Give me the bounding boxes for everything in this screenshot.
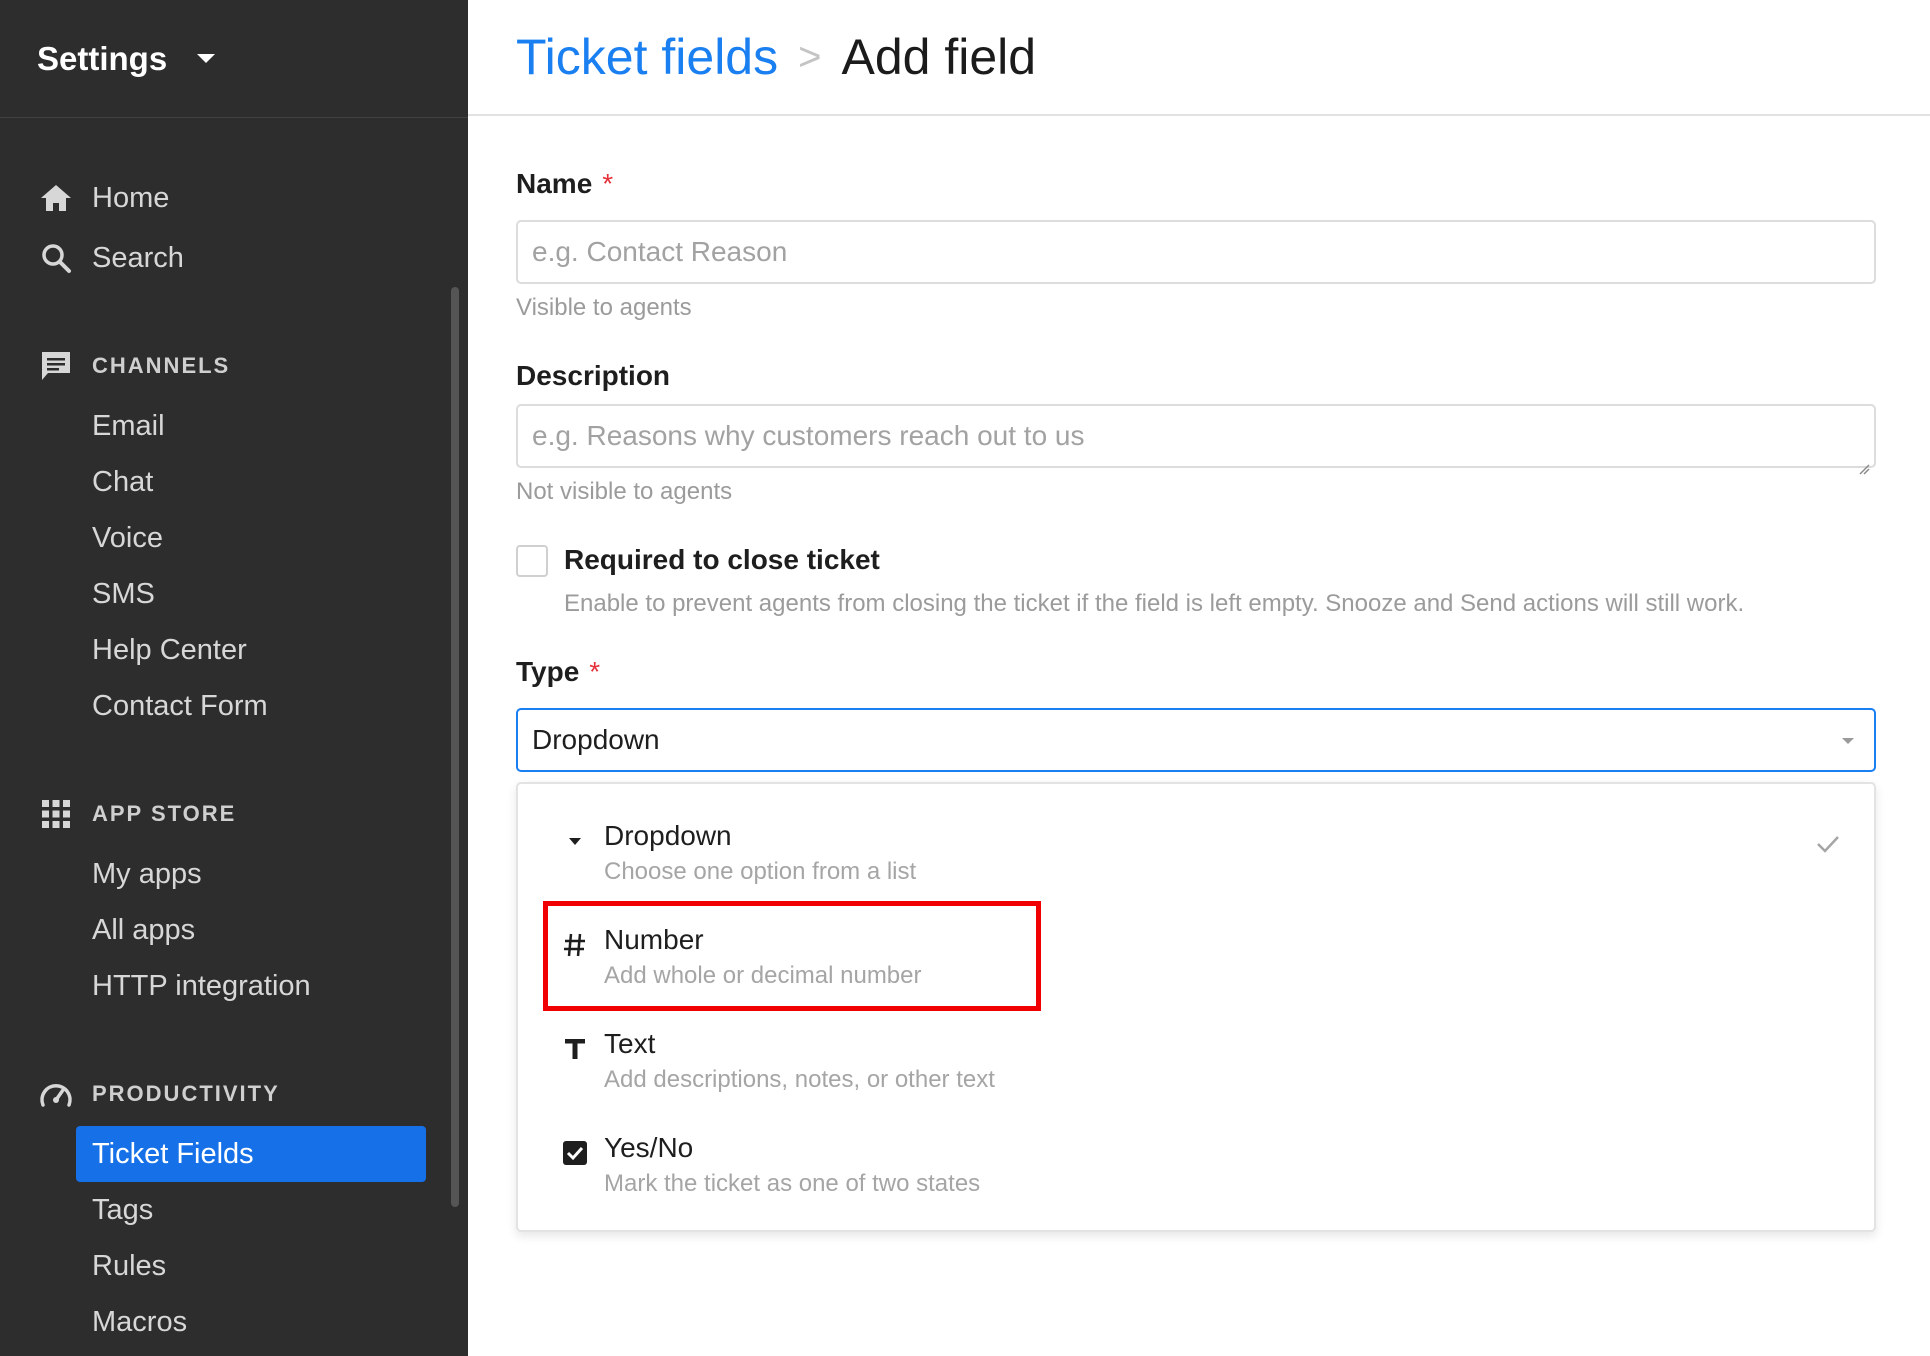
sidebar-item-label: My apps xyxy=(92,857,202,890)
home-icon xyxy=(38,180,74,216)
required-asterisk: * xyxy=(602,168,614,199)
sidebar-item-label: Contact Form xyxy=(92,689,268,722)
resize-handle-icon[interactable] xyxy=(1858,450,1870,475)
type-option-yes-no[interactable]: Yes/No Mark the ticket as one of two sta… xyxy=(518,1124,1874,1228)
sidebar-item-label: SMS xyxy=(92,577,155,610)
checkmark-icon xyxy=(1816,834,1840,859)
sidebar-item-label: Home xyxy=(92,181,170,214)
sidebar-item-label: Ticket Fields xyxy=(92,1138,254,1170)
type-select-value: Dropdown xyxy=(532,724,660,755)
highlight-box xyxy=(543,901,1041,1011)
required-to-close-label[interactable]: Required to close ticket xyxy=(564,544,880,576)
sidebar-header[interactable]: Settings xyxy=(0,0,468,118)
settings-title: Settings xyxy=(37,39,168,77)
app-window: Settings Home Search CHANNELS Email Chat… xyxy=(0,0,1930,1356)
name-input[interactable]: e.g. Contact Reason xyxy=(516,220,1876,284)
required-asterisk: * xyxy=(589,656,601,687)
option-title: Text xyxy=(604,1028,656,1059)
chevron-down-icon xyxy=(1842,738,1854,744)
sidebar-item-label: Email xyxy=(92,409,165,442)
section-title: PRODUCTIVITY xyxy=(92,1081,280,1106)
option-title: Yes/No xyxy=(604,1132,694,1163)
page-title: Add field xyxy=(841,29,1037,85)
description-label: Description xyxy=(516,360,671,391)
chat-bubble-icon xyxy=(38,348,74,384)
sidebar-item-label: Macros xyxy=(92,1305,188,1338)
option-title: Dropdown xyxy=(604,820,732,851)
breadcrumb-link-ticket-fields[interactable]: Ticket fields xyxy=(516,28,778,86)
sidebar-item-label: Chat xyxy=(92,465,154,498)
search-icon xyxy=(38,240,74,276)
sidebar-item-label: Help Center xyxy=(92,633,247,666)
name-help-text: Visible to agents xyxy=(516,294,692,321)
description-textarea[interactable]: e.g. Reasons why customers reach out to … xyxy=(516,404,1876,475)
required-to-close-checkbox[interactable] xyxy=(516,545,548,577)
main-content: Ticket fields > Add field Name * e.g. Con… xyxy=(468,0,1930,1356)
type-select[interactable]: Dropdown xyxy=(516,708,1876,772)
caret-down-icon xyxy=(558,824,592,858)
breadcrumb-separator: > xyxy=(798,34,822,79)
description-help-text: Not visible to agents xyxy=(516,478,733,505)
sidebar-item-label: Tags xyxy=(92,1193,154,1226)
apps-grid-icon xyxy=(38,796,74,832)
name-label: Name * xyxy=(516,168,613,200)
sidebar-item-label: Rules xyxy=(92,1249,167,1282)
option-description: Mark the ticket as one of two states xyxy=(604,1170,981,1197)
sidebar-item-label: All apps xyxy=(92,913,196,946)
sidebar-item-label: Voice xyxy=(92,521,163,554)
speedometer-icon xyxy=(38,1076,74,1112)
required-to-close-help: Enable to prevent agents from closing th… xyxy=(564,590,1745,617)
chevron-down-icon[interactable] xyxy=(197,54,216,63)
sidebar-item-label: HTTP integration xyxy=(92,969,311,1002)
sidebar-item-label: Search xyxy=(92,241,184,274)
breadcrumb: Ticket fields > Add field xyxy=(468,0,1930,116)
sidebar-item-ticket-fields[interactable]: Ticket Fields xyxy=(76,1126,426,1182)
sidebar-scrollbar[interactable] xyxy=(451,287,459,1207)
name-placeholder: e.g. Contact Reason xyxy=(532,236,788,267)
type-option-text[interactable]: Text Add descriptions, notes, or other t… xyxy=(518,1020,1874,1124)
sidebar: Settings Home Search CHANNELS Email Chat… xyxy=(0,0,468,1356)
checkbox-checked-icon xyxy=(558,1136,592,1170)
section-title: APP STORE xyxy=(92,801,237,826)
name-label-text: Name xyxy=(516,168,593,199)
text-t-icon xyxy=(558,1032,592,1066)
description-placeholder: e.g. Reasons why customers reach out to … xyxy=(532,420,1085,451)
option-description: Choose one option from a list xyxy=(604,858,917,885)
type-label-text: Type xyxy=(516,656,580,687)
type-label: Type * xyxy=(516,656,600,688)
option-description: Add descriptions, notes, or other text xyxy=(604,1066,995,1093)
section-title: CHANNELS xyxy=(92,353,231,378)
